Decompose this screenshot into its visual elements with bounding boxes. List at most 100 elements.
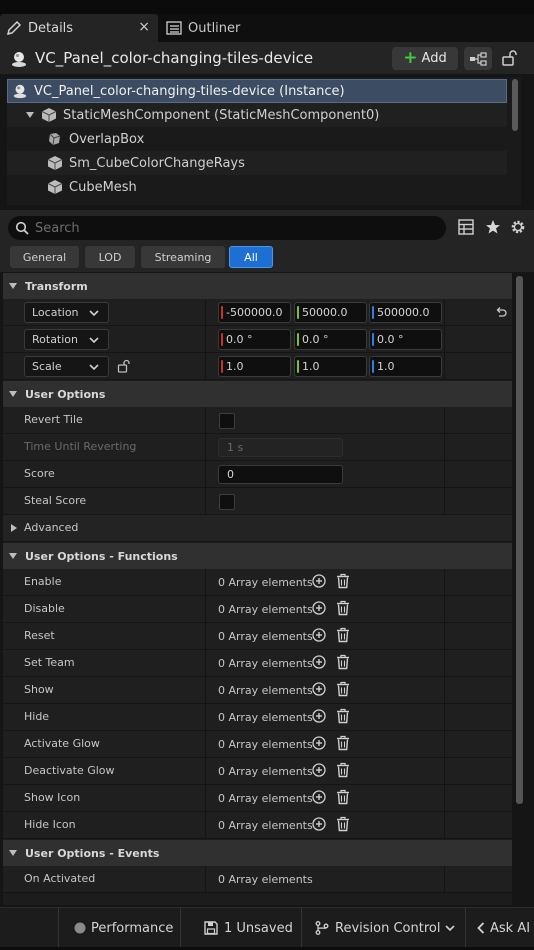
trash-icon[interactable] xyxy=(336,681,350,697)
location-y-field[interactable]: 50000.0 xyxy=(294,302,367,323)
location-x-field[interactable]: -500000.0 xyxy=(218,302,291,323)
add-element-icon[interactable] xyxy=(312,682,326,696)
blueprint-button[interactable] xyxy=(464,47,492,70)
column-divider xyxy=(444,704,445,731)
chevron-down-icon xyxy=(89,308,99,318)
column-divider xyxy=(444,326,445,353)
details-scrollbar[interactable] xyxy=(516,276,523,804)
category-user-options[interactable]: User Options xyxy=(3,381,512,407)
scale-y-field[interactable]: 1.0 xyxy=(294,356,367,377)
filter-streaming-button[interactable]: Streaming xyxy=(141,246,225,268)
revert-tile-checkbox[interactable] xyxy=(219,413,235,429)
circle-icon xyxy=(74,922,86,934)
category-title: Transform xyxy=(25,279,88,293)
static-mesh-icon xyxy=(47,179,63,195)
location-mode-dropdown[interactable]: Location xyxy=(24,302,109,323)
category-user-options-events[interactable]: User Options - Events xyxy=(3,840,512,866)
status-divider xyxy=(180,908,181,948)
add-element-icon[interactable] xyxy=(312,736,326,750)
trash-icon[interactable] xyxy=(336,627,350,643)
component-tree-item[interactable]: Sm_CubeColorChangeRays xyxy=(7,151,507,175)
component-tree-item[interactable]: StaticMeshComponent (StaticMeshComponent… xyxy=(7,103,507,127)
add-element-icon[interactable] xyxy=(312,574,326,588)
tab-outliner[interactable]: Outliner xyxy=(160,14,280,42)
property-row-rotation: Rotation 0.0 ° 0.0 ° 0.0 ° xyxy=(3,326,512,353)
trash-icon[interactable] xyxy=(336,735,350,751)
trash-icon[interactable] xyxy=(336,762,350,778)
add-element-icon[interactable] xyxy=(312,655,326,669)
tree-scrollbar[interactable] xyxy=(512,79,518,131)
save-icon xyxy=(204,921,218,935)
steal-score-checkbox[interactable] xyxy=(219,494,235,510)
add-component-button[interactable]: + Add xyxy=(392,47,458,70)
location-z-field[interactable]: 500000.0 xyxy=(369,302,442,323)
ask-ai-button[interactable]: Ask AI xyxy=(477,908,530,948)
category-transform[interactable]: Transform xyxy=(3,273,512,299)
trash-icon[interactable] xyxy=(336,816,350,832)
component-tree-item[interactable]: VC_Panel_color-changing-tiles-device (In… xyxy=(7,79,507,103)
status-divider xyxy=(301,908,302,948)
scale-x-field[interactable]: 1.0 xyxy=(218,356,291,377)
add-button-label: Add xyxy=(421,51,447,66)
add-element-icon[interactable] xyxy=(312,601,326,615)
rotation-x-field[interactable]: 0.0 ° xyxy=(218,329,291,350)
column-divider xyxy=(444,785,445,812)
component-label: CubeMesh xyxy=(69,179,137,195)
scale-y-value: 1.0 xyxy=(302,360,320,373)
component-label: Sm_CubeColorChangeRays xyxy=(69,155,245,171)
column-divider xyxy=(444,569,445,596)
unsaved-button[interactable]: 1 Unsaved xyxy=(204,908,293,948)
category-user-options-functions[interactable]: User Options - Functions xyxy=(3,543,512,569)
property-row-function: Reset 0 Array elements xyxy=(3,623,512,650)
property-label: On Activated xyxy=(24,872,96,885)
rotation-y-field[interactable]: 0.0 ° xyxy=(294,329,367,350)
gear-icon[interactable] xyxy=(510,219,526,235)
rotation-z-field[interactable]: 0.0 ° xyxy=(369,329,442,350)
component-tree-item[interactable]: OverlapBox xyxy=(7,127,507,151)
trash-icon[interactable] xyxy=(336,789,350,805)
advanced-expander[interactable]: Advanced xyxy=(3,515,512,542)
y-axis-marker xyxy=(297,360,299,373)
unlock-icon[interactable] xyxy=(500,49,518,67)
close-icon[interactable]: × xyxy=(138,19,150,35)
add-element-icon[interactable] xyxy=(312,763,326,777)
star-icon[interactable] xyxy=(485,219,501,235)
add-element-icon[interactable] xyxy=(312,817,326,831)
column-divider xyxy=(205,758,206,785)
static-mesh-icon xyxy=(41,107,57,123)
property-label: Time Until Reverting xyxy=(24,440,137,453)
tab-details[interactable]: Details × xyxy=(0,14,158,42)
chevron-down-icon xyxy=(89,362,99,372)
chevron-down-icon[interactable] xyxy=(25,110,35,120)
property-label: Set Team xyxy=(24,656,75,669)
static-mesh-icon xyxy=(47,155,63,171)
performance-button[interactable]: Performance xyxy=(74,908,173,948)
search-input[interactable]: Search xyxy=(8,216,446,240)
trash-icon[interactable] xyxy=(336,600,350,616)
location-label: Location xyxy=(32,306,79,319)
status-divider xyxy=(465,908,466,948)
add-element-icon[interactable] xyxy=(312,790,326,804)
reset-to-default-icon[interactable] xyxy=(495,306,507,318)
unsaved-label: 1 Unsaved xyxy=(224,920,293,936)
scale-mode-dropdown[interactable]: Scale xyxy=(24,356,109,377)
column-divider xyxy=(205,785,206,812)
filter-general-button[interactable]: General xyxy=(10,246,79,268)
scale-z-field[interactable]: 1.0 xyxy=(369,356,442,377)
revision-control-button[interactable]: Revision Control xyxy=(315,908,456,948)
table-view-icon[interactable] xyxy=(458,219,474,235)
rotation-mode-dropdown[interactable]: Rotation xyxy=(24,329,109,350)
add-element-icon[interactable] xyxy=(312,628,326,642)
score-field[interactable]: 0 xyxy=(218,465,343,484)
unlock-icon[interactable] xyxy=(117,359,131,373)
filter-lod-button[interactable]: LOD xyxy=(85,246,135,268)
location-x-value: -500000.0 xyxy=(226,306,283,319)
ask-ai-label: Ask AI xyxy=(490,920,531,936)
trash-icon[interactable] xyxy=(336,573,350,589)
scale-z-value: 1.0 xyxy=(377,360,395,373)
add-element-icon[interactable] xyxy=(312,709,326,723)
trash-icon[interactable] xyxy=(336,654,350,670)
filter-all-button[interactable]: All xyxy=(229,246,273,268)
trash-icon[interactable] xyxy=(336,708,350,724)
component-tree-item[interactable]: CubeMesh xyxy=(7,175,507,199)
